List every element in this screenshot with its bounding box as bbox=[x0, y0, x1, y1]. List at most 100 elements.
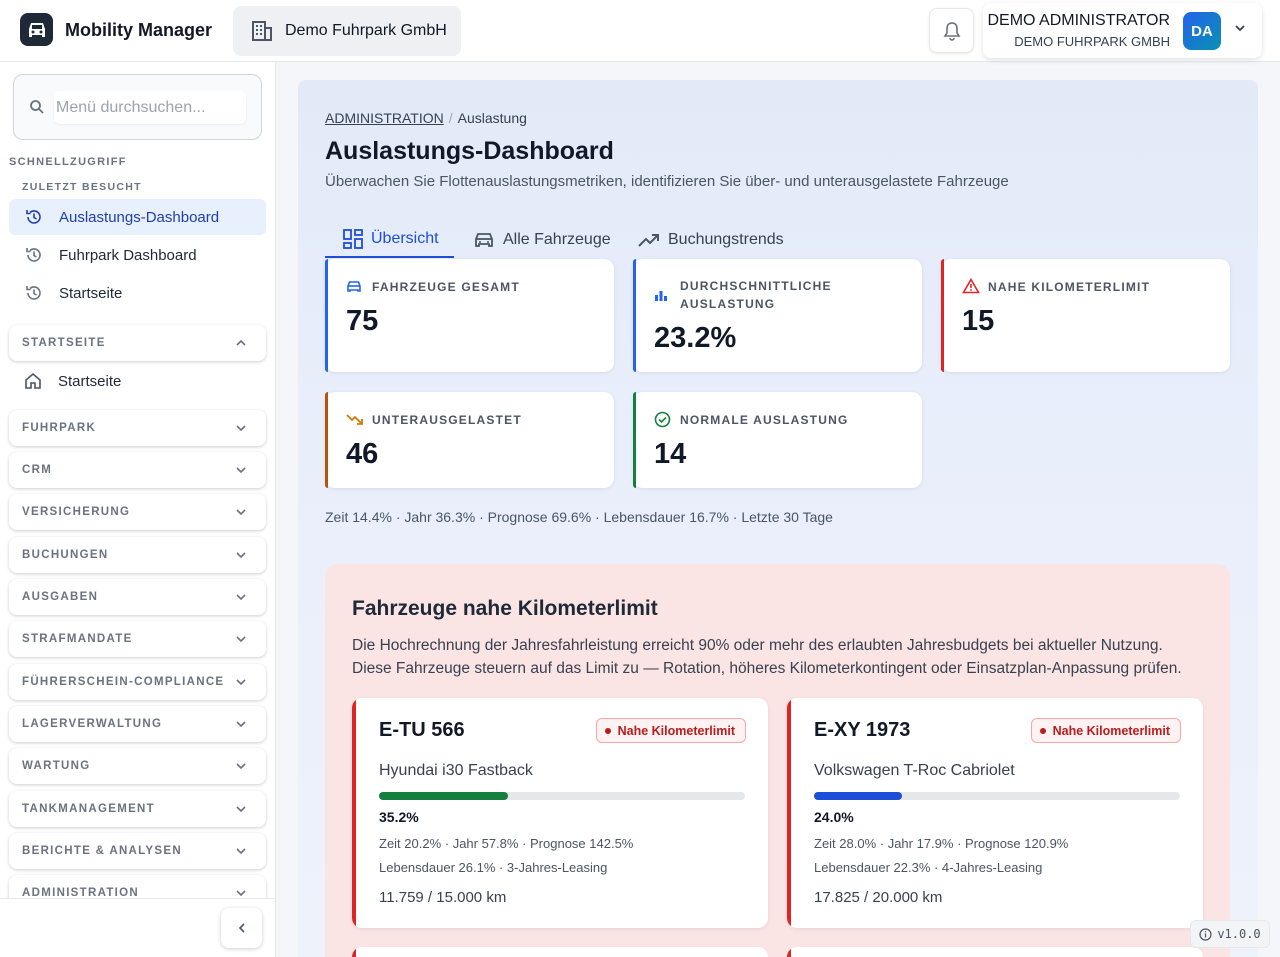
bell-icon bbox=[943, 21, 960, 41]
notifications-button[interactable] bbox=[929, 8, 974, 53]
card-accent bbox=[633, 392, 636, 488]
status-badge: Nahe Kilometerlimit bbox=[1030, 718, 1181, 743]
nav-group-label: AUSGABEN bbox=[22, 591, 99, 603]
stat-card-total-vehicles: FAHRZEUGE GESAMT 75 bbox=[325, 259, 614, 372]
stat-value: 23.2% bbox=[654, 322, 737, 354]
nav-group-fuehrerschein-compliance[interactable]: FÜHRERSCHEIN-COMPLIANCE bbox=[9, 664, 266, 700]
menu-search-input[interactable] bbox=[54, 91, 246, 124]
utilization-progress-bar bbox=[379, 792, 745, 800]
card-accent bbox=[325, 259, 328, 372]
warning-icon bbox=[962, 278, 980, 294]
nav-group-wartung[interactable]: WARTUNG bbox=[9, 748, 266, 784]
vehicle-card[interactable] bbox=[787, 947, 1203, 957]
nav-group-berichte-analysen[interactable]: BERICHTE & ANALYSEN bbox=[9, 833, 266, 869]
vehicle-card[interactable]: E-TU 566 Nahe Kilometerlimit Hyundai i30… bbox=[352, 698, 768, 928]
tab-buchungstrends[interactable]: Buchungstrends bbox=[638, 222, 784, 258]
vehicle-model: Hyundai i30 Fastback bbox=[379, 762, 533, 779]
utilization-progress-fill bbox=[814, 792, 902, 800]
nav-group-crm[interactable]: CRM bbox=[9, 452, 266, 488]
info-icon bbox=[1199, 927, 1212, 941]
organization-switcher[interactable]: Demo Fuhrpark GmbH bbox=[233, 6, 461, 56]
recent-item-startseite[interactable]: Startseite bbox=[9, 275, 266, 311]
badge-dot bbox=[1039, 727, 1046, 734]
utilization-progress-bar bbox=[814, 792, 1180, 800]
breadcrumb: ADMINISTRATION / Auslastung bbox=[325, 110, 527, 126]
vehicle-mileage: 17.825 / 20.000 km bbox=[814, 889, 943, 906]
utilization-progress-fill bbox=[379, 792, 508, 800]
home-icon bbox=[25, 372, 41, 389]
vehicle-lease-info: Lebensdauer 26.1% · 3-Jahres-Leasing bbox=[379, 860, 608, 875]
history-icon bbox=[26, 248, 41, 262]
recent-item-auslastungs-dashboard[interactable]: Auslastungs-Dashboard bbox=[9, 199, 266, 235]
tab-alle-fahrzeuge[interactable]: Alle Fahrzeuge bbox=[473, 222, 611, 258]
version-label: v1.0.0 bbox=[1217, 927, 1261, 941]
stat-card-underutilized: UNTERAUSGELASTET 46 bbox=[325, 392, 614, 488]
trending-down-icon bbox=[346, 414, 363, 425]
app-logo[interactable] bbox=[20, 13, 53, 46]
stat-value: 15 bbox=[962, 305, 995, 337]
stat-title: NORMALE AUSLASTUNG bbox=[680, 413, 849, 427]
card-accent bbox=[941, 259, 944, 372]
nav-group-lagerverwaltung[interactable]: LAGERVERWALTUNG bbox=[9, 706, 266, 742]
app-name: Mobility Manager bbox=[65, 20, 213, 40]
card-accent bbox=[633, 259, 636, 372]
menu-search-container bbox=[13, 74, 262, 140]
chevron-down-icon bbox=[236, 509, 246, 516]
card-accent bbox=[787, 698, 791, 928]
stat-title: FAHRZEUGE GESAMT bbox=[372, 280, 520, 294]
recent-item-label: Auslastungs-Dashboard bbox=[59, 208, 220, 226]
stat-card-normal-utilization: NORMALE AUSLASTUNG 14 bbox=[633, 392, 922, 488]
nav-group-buchungen[interactable]: BUCHUNGEN bbox=[9, 537, 266, 573]
nav-group-label: FÜHRERSCHEIN-COMPLIANCE bbox=[22, 676, 225, 688]
nav-group-fuhrpark[interactable]: FUHRPARK bbox=[9, 410, 266, 446]
nav-group-versicherung[interactable]: VERSICHERUNG bbox=[9, 494, 266, 530]
chevron-down-icon bbox=[236, 636, 246, 643]
nav-group-label: VERSICHERUNG bbox=[22, 506, 131, 518]
vehicle-metrics: Zeit 28.0% · Jahr 17.9% · Prognose 120.9… bbox=[814, 836, 1069, 851]
trending-up-icon bbox=[638, 234, 659, 247]
stat-card-near-km-limit: NAHE KILOMETERLIMIT 15 bbox=[941, 259, 1230, 372]
user-menu[interactable]: DEMO ADMINISTRATOR DEMO FUHRPARK GMBH DA bbox=[983, 3, 1262, 58]
chevron-down-icon bbox=[236, 848, 246, 855]
nav-group-ausgaben[interactable]: AUSGABEN bbox=[9, 579, 266, 615]
breadcrumb-link-administration[interactable]: ADMINISTRATION bbox=[325, 110, 444, 126]
nav-group-strafmandate[interactable]: STRAFMANDATE bbox=[9, 621, 266, 657]
top-bar: Mobility Manager Demo Fuhrpark GmbH DEMO… bbox=[0, 0, 1280, 62]
panel-title: Fahrzeuge nahe Kilometerlimit bbox=[352, 597, 658, 620]
nav-group-label: STRAFMANDATE bbox=[22, 633, 133, 645]
chevron-down-icon bbox=[1235, 25, 1245, 32]
utilization-percent: 35.2% bbox=[379, 809, 419, 825]
tab-label: Buchungstrends bbox=[668, 231, 784, 248]
chevron-down-icon bbox=[236, 806, 246, 813]
grid-icon bbox=[343, 229, 363, 249]
tab-uebersicht[interactable]: Übersicht bbox=[325, 222, 454, 258]
nav-group-label: CRM bbox=[22, 464, 53, 476]
card-accent bbox=[325, 392, 328, 488]
organization-name: Demo Fuhrpark GmbH bbox=[285, 22, 447, 39]
badge-label: Nahe Kilometerlimit bbox=[1052, 723, 1170, 738]
breadcrumb-current: Auslastung bbox=[457, 110, 527, 126]
check-circle-icon bbox=[654, 411, 671, 428]
nav-group-label: BERICHTE & ANALYSEN bbox=[22, 845, 182, 857]
tab-label: Alle Fahrzeuge bbox=[503, 231, 611, 248]
stat-value: 46 bbox=[346, 438, 379, 470]
nav-group-startseite[interactable]: STARTSEITE bbox=[9, 325, 266, 361]
stat-title-line-2: AUSLASTUNG bbox=[680, 297, 776, 311]
vehicle-card[interactable] bbox=[352, 947, 768, 957]
chevron-down-icon bbox=[236, 763, 246, 770]
stat-card-avg-utilization: DURCHSCHNITTLICHE AUSLASTUNG 23.2% bbox=[633, 259, 922, 372]
panel-description-line: Diese Fahrzeuge steuern auf das Limit zu… bbox=[352, 660, 1182, 677]
collapse-sidebar-button[interactable] bbox=[221, 908, 262, 948]
card-accent bbox=[352, 698, 356, 928]
car-icon bbox=[28, 22, 45, 37]
recent-item-fuhrpark-dashboard[interactable]: Fuhrpark Dashboard bbox=[9, 237, 266, 273]
stat-title: UNTERAUSGELASTET bbox=[372, 413, 522, 427]
user-organization: DEMO FUHRPARK GMBH bbox=[1014, 34, 1170, 49]
vehicle-card[interactable]: E-XY 1973 Nahe Kilometerlimit Volkswagen… bbox=[787, 698, 1203, 928]
nav-item-startseite[interactable]: Startseite bbox=[24, 372, 121, 390]
card-accent bbox=[787, 947, 791, 957]
nav-group-tankmanagement[interactable]: TANKMANAGEMENT bbox=[9, 791, 266, 827]
metrics-summary: Zeit 14.4% · Jahr 36.3% · Prognose 69.6%… bbox=[325, 509, 833, 525]
sidebar-divider bbox=[0, 898, 275, 899]
bar-chart-icon bbox=[655, 291, 667, 301]
